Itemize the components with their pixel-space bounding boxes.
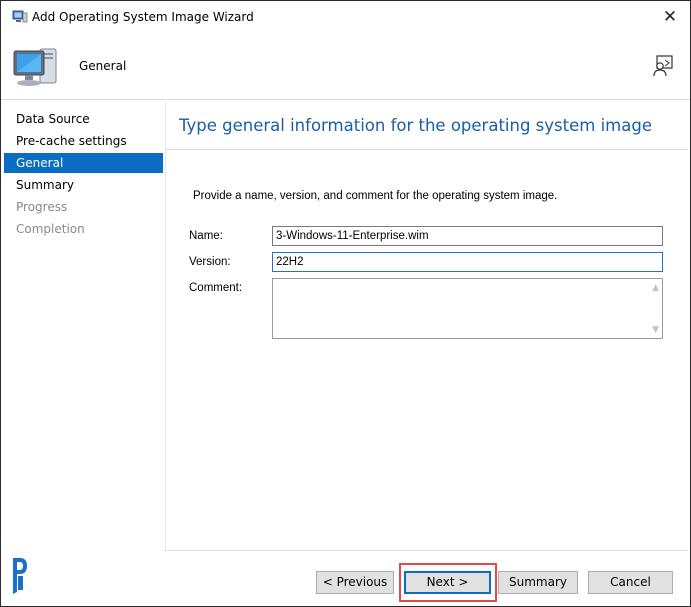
next-button-highlight bbox=[399, 563, 497, 602]
name-label: Name: bbox=[189, 230, 223, 242]
nav-item-progress: Progress bbox=[16, 200, 68, 214]
window-title: Add Operating System Image Wizard bbox=[32, 10, 254, 24]
title-bar: Add Operating System Image Wizard ✕ bbox=[1, 1, 690, 33]
page-heading: Type general information for the operati… bbox=[179, 116, 652, 135]
wizard-window: Add Operating System Image Wizard ✕ Gene… bbox=[0, 0, 691, 607]
heading-divider bbox=[166, 149, 688, 150]
computer-icon bbox=[13, 48, 57, 86]
summary-button[interactable]: Summary bbox=[498, 571, 578, 594]
scroll-down-icon[interactable]: ▼ bbox=[652, 325, 659, 335]
intro-text: Provide a name, version, and comment for… bbox=[193, 190, 558, 202]
brand-logo-icon bbox=[9, 554, 29, 598]
previous-button[interactable]: < Previous bbox=[316, 571, 394, 594]
cancel-button[interactable]: Cancel bbox=[588, 571, 673, 594]
version-field[interactable]: 22H2 bbox=[272, 252, 663, 272]
wizard-steps-nav: Data Source Pre-cache settings General S… bbox=[4, 102, 163, 552]
close-icon[interactable]: ✕ bbox=[658, 5, 682, 29]
nav-item-pre-cache-settings[interactable]: Pre-cache settings bbox=[4, 131, 163, 151]
nav-item-completion: Completion bbox=[16, 222, 85, 236]
nav-item-data-source[interactable]: Data Source bbox=[4, 109, 163, 129]
comment-label: Comment: bbox=[189, 282, 243, 294]
wizard-header: General bbox=[1, 33, 690, 99]
header-divider bbox=[1, 99, 690, 100]
nav-item-general[interactable]: General bbox=[4, 153, 163, 173]
wizard-content: Type general information for the operati… bbox=[165, 102, 688, 550]
name-field[interactable]: 3-Windows-11-Enterprise.wim bbox=[272, 226, 663, 246]
header-title: General bbox=[79, 59, 127, 73]
version-label: Version: bbox=[189, 256, 231, 268]
comment-field[interactable]: ▲ ▼ bbox=[272, 278, 663, 339]
nav-item-summary[interactable]: Summary bbox=[4, 175, 163, 195]
footer-divider bbox=[165, 550, 688, 551]
scroll-up-icon[interactable]: ▲ bbox=[652, 283, 659, 293]
help-person-icon[interactable] bbox=[652, 55, 674, 77]
wizard-app-icon bbox=[12, 10, 28, 23]
